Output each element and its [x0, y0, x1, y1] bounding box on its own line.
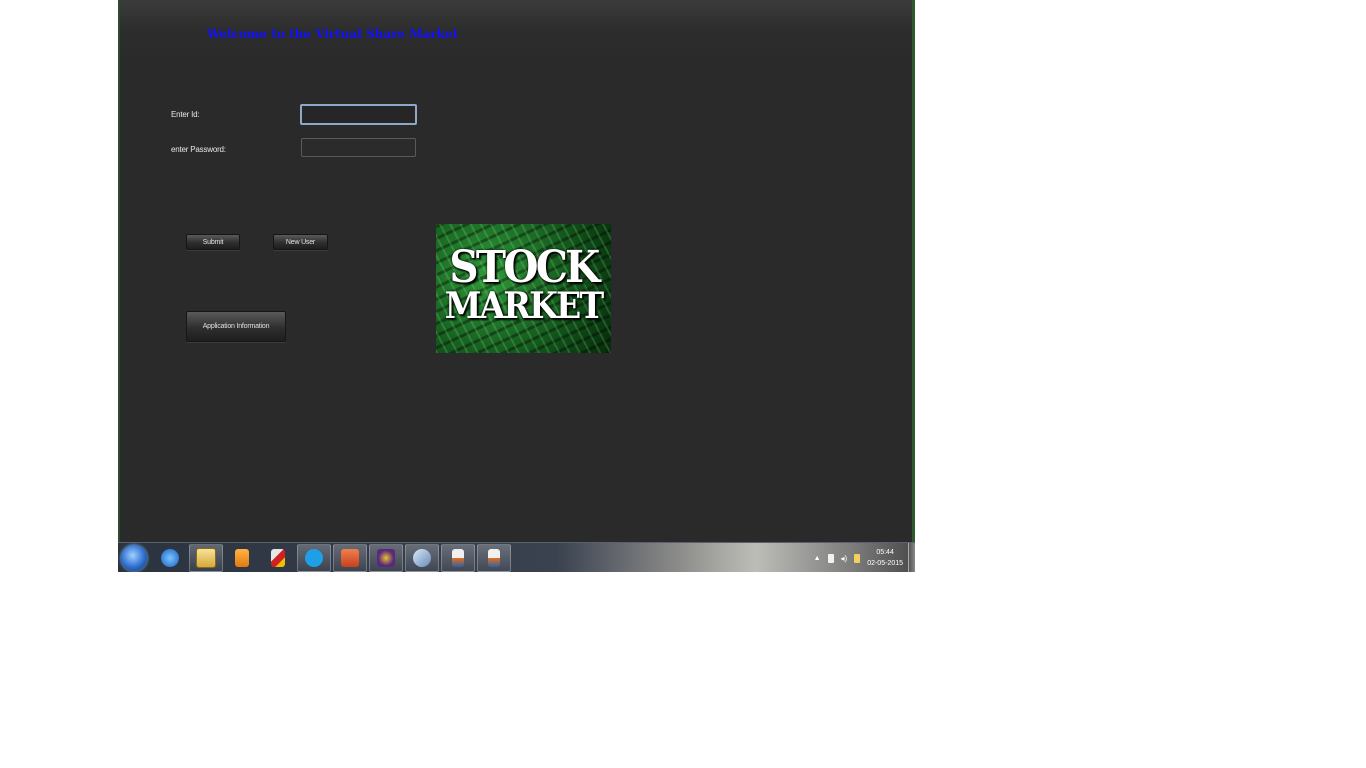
clock-time: 05:44: [876, 549, 894, 556]
desktop-screen: Welcome to the Virtual Share Market Ente…: [118, 0, 915, 572]
login-window: Welcome to the Virtual Share Market Ente…: [118, 0, 915, 542]
internet-explorer-icon[interactable]: [153, 544, 187, 572]
show-hidden-icons-icon[interactable]: ▲: [814, 555, 821, 562]
banner-text: STOCK MARKET: [436, 242, 611, 327]
java-icon[interactable]: [441, 544, 475, 572]
taskbar: ▲ ◂) 05:44 02-05-2015: [118, 542, 915, 572]
system-tray: ▲ ◂) 05:44 02-05-2015: [814, 546, 903, 570]
dvd-maker-icon[interactable]: [369, 544, 403, 572]
media-player-icon[interactable]: [225, 544, 259, 572]
java-icon[interactable]: [477, 544, 511, 572]
submit-button[interactable]: Submit: [186, 234, 240, 250]
password-label: enter Password:: [171, 145, 226, 154]
application-information-button[interactable]: Application Information: [186, 311, 286, 342]
clock[interactable]: 05:44 02-05-2015: [867, 547, 903, 569]
volume-icon[interactable]: ◂): [841, 554, 848, 563]
id-input[interactable]: [300, 104, 417, 125]
id-label: Enter Id:: [171, 110, 200, 119]
pen-tablet-icon[interactable]: [405, 544, 439, 572]
password-input[interactable]: [301, 138, 416, 157]
stock-market-banner-image: STOCK MARKET: [436, 224, 611, 353]
file-explorer-icon[interactable]: [189, 544, 223, 572]
powerpoint-icon[interactable]: [333, 544, 367, 572]
skype-icon[interactable]: [297, 544, 331, 572]
banner-line-1: STOCK: [449, 242, 600, 293]
show-desktop-button[interactable]: [908, 543, 915, 572]
banner-line-2: MARKET: [444, 285, 604, 327]
microsoft-office-icon[interactable]: [261, 544, 295, 572]
new-user-button[interactable]: New User: [273, 234, 328, 250]
action-center-icon[interactable]: [854, 553, 861, 563]
windows-start-icon[interactable]: [121, 545, 147, 571]
welcome-heading: Welcome to the Virtual Share Market: [207, 27, 459, 41]
clock-date: 02-05-2015: [867, 560, 903, 567]
power-icon[interactable]: [827, 553, 834, 563]
